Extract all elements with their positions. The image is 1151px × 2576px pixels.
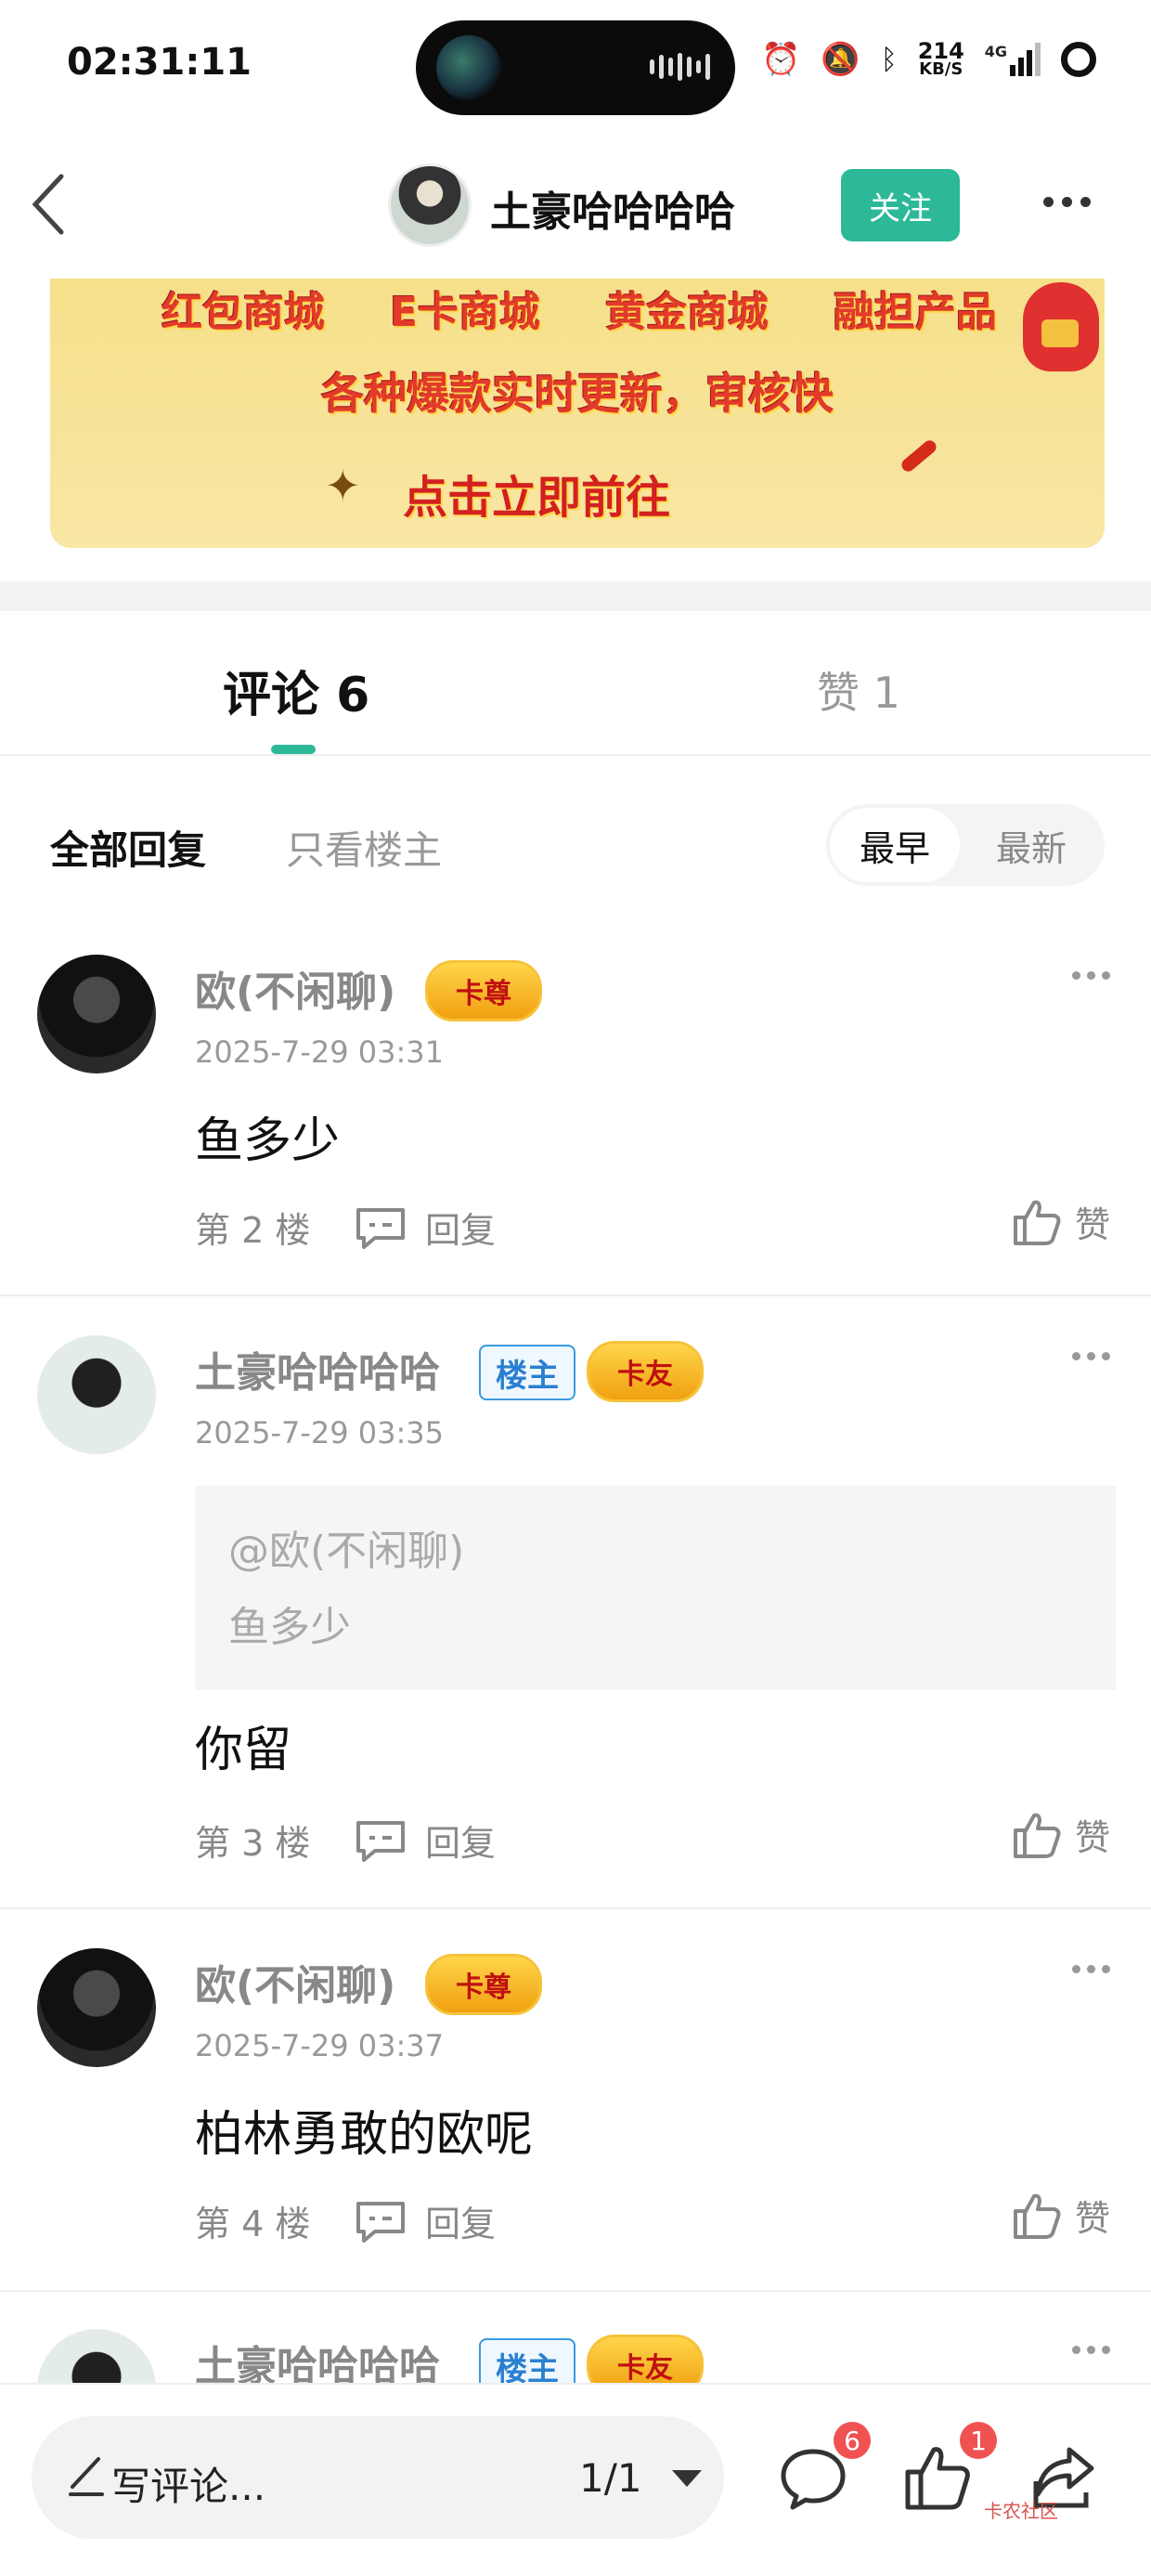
comment-text: 你留: [195, 1723, 292, 1778]
level-badge: 卡友: [587, 1341, 704, 1402]
comment-author[interactable]: 欧(不闲聊): [195, 1952, 395, 2011]
comment-time: 2025-7-29 03:37: [195, 2028, 444, 2063]
chevron-down-icon[interactable]: [672, 2470, 702, 2487]
tab-indicator: [271, 745, 316, 754]
reply-label: 回复: [425, 1210, 497, 1251]
avatar[interactable]: [37, 2329, 156, 2385]
level-badge: 卡尊: [425, 1954, 542, 2015]
quote-text: 鱼多少: [228, 1604, 351, 1651]
page-indicator[interactable]: 1/1: [579, 2455, 642, 2501]
avatar[interactable]: [37, 1948, 156, 2067]
thumbs-up-icon: [1013, 1200, 1061, 1245]
more-icon[interactable]: [1072, 2346, 1110, 2354]
like-label: 赞: [1074, 2198, 1110, 2239]
more-icon[interactable]: [1072, 971, 1110, 980]
banner-categories: 红包商城 E卡商城 黄金商城 融担产品: [162, 279, 997, 338]
like-button[interactable]: 赞: [1012, 1809, 1110, 1860]
watermark: 卡农社区: [984, 2500, 1058, 2522]
banner-cta[interactable]: 点击立即前往: [403, 461, 670, 526]
filter-all-replies[interactable]: 全部回复: [50, 819, 206, 876]
more-icon[interactable]: [1072, 1352, 1110, 1360]
pencil-icon: [69, 2457, 104, 2496]
bluetooth-icon: ᛒ: [880, 43, 898, 76]
banner-item: 融担产品: [833, 289, 997, 336]
banner-subtitle: 各种爆款实时更新，审核快: [321, 369, 834, 419]
thumbs-up-icon: [1013, 2193, 1061, 2239]
more-icon[interactable]: [1072, 1965, 1110, 1973]
sparkle-icon: ✦: [325, 461, 361, 511]
status-icons: ⏰ 🔕 ᛒ 214 KB/S 4G: [761, 38, 1097, 79]
tab-likes[interactable]: 赞 1: [817, 659, 900, 721]
thumbs-up-icon: [1013, 1813, 1061, 1858]
comment-item: 土豪哈哈哈哈 楼主 卡友 2025-7-29 03:35 @欧(不闲聊) 鱼多少…: [0, 1335, 1151, 1909]
floor-label: 第 2 楼: [195, 1210, 311, 1251]
write-comment-placeholder[interactable]: 写评论...: [111, 2455, 265, 2512]
reply-label: 回复: [425, 2204, 497, 2244]
level-badge: 卡尊: [425, 960, 542, 1021]
like-button[interactable]: 赞: [1012, 2190, 1110, 2241]
author-avatar[interactable]: [388, 163, 472, 247]
battery-ring-icon: [1061, 42, 1097, 77]
comment-author[interactable]: 土豪哈哈哈哈: [195, 2333, 440, 2385]
floor-label: 第 3 楼: [195, 1823, 311, 1864]
tab-divider: [0, 754, 1151, 756]
sort-earliest-button[interactable]: 最早: [830, 808, 960, 882]
comment-time: 2025-7-29 03:35: [195, 1415, 444, 1451]
mascot-icon: [1023, 282, 1099, 371]
comment-count-badge: 6: [834, 2422, 871, 2459]
tab-comments[interactable]: 评论 6: [223, 656, 369, 725]
banner-item: 红包商城: [162, 289, 325, 336]
like-count-badge: 1: [960, 2422, 997, 2459]
reply-icon: [356, 1820, 405, 1862]
follow-button[interactable]: 关注: [841, 169, 960, 241]
signal-icon: 4G: [985, 43, 1041, 76]
quote-mention: @欧(不闲聊): [228, 1528, 465, 1575]
like-label: 赞: [1074, 1204, 1110, 1245]
back-icon[interactable]: [28, 167, 69, 241]
sort-latest-button[interactable]: 最新: [962, 808, 1101, 882]
banner-item: E卡商城: [389, 289, 541, 336]
audio-wave-icon: [650, 53, 710, 81]
comment-time: 2025-7-29 03:31: [195, 1034, 444, 1070]
reply-button[interactable]: 回复: [355, 1815, 496, 1866]
reply-label: 回复: [425, 1823, 497, 1864]
alarm-icon: ⏰: [761, 41, 801, 78]
avatar[interactable]: [37, 955, 156, 1073]
reply-icon: [356, 1207, 405, 1249]
avatar[interactable]: [37, 1335, 156, 1454]
comment-item: 欧(不闲聊) 卡尊 2025-7-29 03:31 鱼多少 第 2 楼 回复 赞: [0, 955, 1151, 1296]
author-name[interactable]: 土豪哈哈哈哈: [490, 178, 735, 238]
filter-op-only[interactable]: 只看楼主: [286, 819, 442, 876]
quoted-comment[interactable]: @欧(不闲聊) 鱼多少: [195, 1486, 1116, 1690]
mute-bell-icon: 🔕: [821, 41, 860, 78]
host-badge: 楼主: [479, 2338, 576, 2385]
floor-label: 第 4 楼: [195, 2204, 311, 2244]
like-label: 赞: [1074, 1817, 1110, 1858]
promo-banner[interactable]: 红包商城 E卡商城 黄金商城 融担产品 各种爆款实时更新，审核快 ✦ 点击立即前…: [50, 279, 1105, 548]
level-badge: 卡友: [587, 2335, 704, 2385]
section-divider: [0, 581, 1151, 611]
banner-item: 黄金商城: [605, 289, 769, 336]
comment-item: 欧(不闲聊) 卡尊 2025-7-29 03:37 柏林勇敢的欧呢 第 4 楼 …: [0, 1948, 1151, 2292]
like-button[interactable]: 赞: [1012, 1196, 1110, 1247]
comment-author[interactable]: 欧(不闲聊): [195, 958, 395, 1018]
host-badge: 楼主: [479, 1345, 576, 1400]
decoration-stroke: [899, 437, 939, 475]
comment-author[interactable]: 土豪哈哈哈哈: [195, 1339, 440, 1399]
comment-text: 鱼多少: [195, 1113, 341, 1169]
status-time: 02:31:11: [67, 41, 252, 84]
reply-icon: [356, 2201, 405, 2243]
reply-button[interactable]: 回复: [355, 2195, 496, 2246]
reply-button[interactable]: 回复: [355, 1202, 496, 1253]
comment-item: 土豪哈哈哈哈 楼主 卡友: [0, 2329, 1151, 2385]
net-speed: 214 KB/S: [917, 38, 964, 79]
more-icon[interactable]: [1043, 197, 1091, 207]
comment-text: 柏林勇敢的欧呢: [195, 2107, 534, 2163]
music-artwork-icon: [436, 35, 501, 100]
